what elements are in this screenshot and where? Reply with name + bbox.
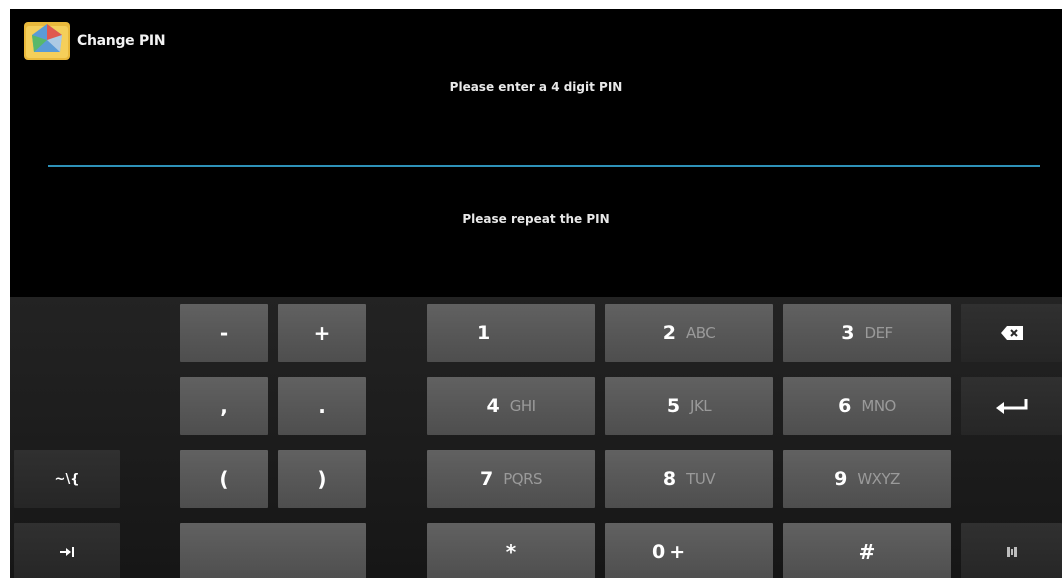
pin-dialog-screen: Change PIN Please enter a 4 digit PIN Pl… xyxy=(10,9,1062,578)
pin-input[interactable] xyxy=(48,127,1040,167)
numeric-keyboard: - + 1 2 ABC 3 DEF , . 4 GHI 5 JKL 6 MNO … xyxy=(10,297,1062,578)
enter-key[interactable] xyxy=(961,377,1062,435)
digit-key-4[interactable]: 4 GHI xyxy=(427,377,595,435)
symbols-key[interactable]: ~\{ xyxy=(14,450,120,508)
android-folder-icon xyxy=(24,22,70,60)
comma-key-label: , xyxy=(220,394,228,418)
letters-label: GHI xyxy=(509,397,536,415)
letters-label: MNO xyxy=(861,397,896,415)
open-paren-key-label: ( xyxy=(219,467,229,491)
digit-label: 0 xyxy=(652,541,666,563)
digit-key-0[interactable]: 0 + xyxy=(605,523,773,578)
letters-label: TUV xyxy=(686,470,716,488)
enter-pin-prompt: Please enter a 4 digit PIN xyxy=(449,80,623,94)
period-key-label: . xyxy=(318,394,326,418)
repeat-pin-prompt: Please repeat the PIN xyxy=(462,212,610,226)
letters-label: WXYZ xyxy=(857,470,900,488)
minus-key-label: - xyxy=(219,321,229,345)
digit-key-1[interactable]: 1 xyxy=(427,304,595,362)
digit-label: 1 xyxy=(477,322,491,344)
zero-plus-label: + xyxy=(669,541,686,563)
letters-label: PQRS xyxy=(503,470,543,488)
digit-key-5[interactable]: 5 JKL xyxy=(605,377,773,435)
letters-label: JKL xyxy=(690,397,712,415)
letters-label: ABC xyxy=(685,324,716,342)
digit-label: 8 xyxy=(662,468,677,490)
repeat-pin-input[interactable] xyxy=(48,243,1040,283)
dialog-title: Change PIN xyxy=(77,33,166,49)
letters-label: DEF xyxy=(864,324,894,342)
period-key[interactable]: . xyxy=(278,377,366,435)
hash-key-label: # xyxy=(858,540,876,564)
digit-label: 4 xyxy=(486,395,500,417)
digit-label: 3 xyxy=(841,322,855,344)
digit-label: 2 xyxy=(662,322,676,344)
tab-key[interactable] xyxy=(14,523,120,578)
comma-key[interactable]: , xyxy=(180,377,268,435)
digit-key-8[interactable]: 8 TUV xyxy=(605,450,773,508)
backspace-icon xyxy=(1000,326,1023,340)
open-paren-key[interactable]: ( xyxy=(180,450,268,508)
digit-label: 9 xyxy=(834,468,848,490)
star-key[interactable]: * xyxy=(427,523,595,578)
close-paren-key[interactable]: ) xyxy=(278,450,366,508)
digit-key-9[interactable]: 9 WXYZ xyxy=(783,450,951,508)
star-key-label: * xyxy=(505,540,517,564)
plus-key[interactable]: + xyxy=(278,304,366,362)
digit-label: 7 xyxy=(479,468,494,490)
digit-key-7[interactable]: 7 PQRS xyxy=(427,450,595,508)
keyboard-settings-icon xyxy=(1006,547,1017,557)
digit-key-2[interactable]: 2 ABC xyxy=(605,304,773,362)
tab-icon xyxy=(60,547,74,557)
backspace-key[interactable] xyxy=(961,304,1062,362)
space-key[interactable] xyxy=(180,523,366,578)
hash-key[interactable]: # xyxy=(783,523,951,578)
keyboard-settings-key[interactable] xyxy=(961,523,1062,578)
digit-key-6[interactable]: 6 MNO xyxy=(783,377,951,435)
digit-label: 6 xyxy=(838,395,852,417)
title-bar: Change PIN xyxy=(10,9,1062,71)
minus-key[interactable]: - xyxy=(180,304,268,362)
digit-key-3[interactable]: 3 DEF xyxy=(783,304,951,362)
close-paren-key-label: ) xyxy=(317,467,327,491)
symbols-key-label: ~\{ xyxy=(54,471,80,487)
digit-label: 5 xyxy=(666,395,681,417)
plus-key-label: + xyxy=(313,321,331,345)
enter-icon xyxy=(995,399,1027,414)
